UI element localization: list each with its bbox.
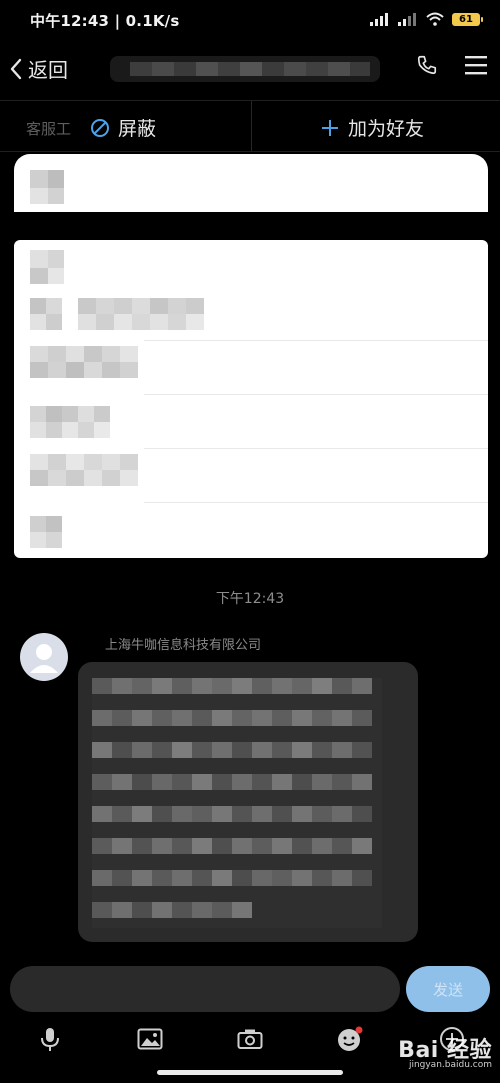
add-friend-label: 加为好友 (348, 118, 425, 140)
redacted-text (30, 298, 204, 330)
camera-icon (237, 1029, 263, 1049)
nav-actions (416, 54, 488, 76)
chat-screen: 中午12:43 | 0.1K/s 61 返回 客服工 屏蔽 加为好友 下午12:… (0, 0, 500, 1083)
info-card-top (14, 154, 488, 212)
ghost-label: 客服工 (26, 120, 72, 138)
message-input[interactable] (10, 966, 400, 1012)
add-friend-action[interactable]: 加为好友 (251, 101, 500, 151)
back-label: 返回 (28, 58, 68, 82)
image-icon (137, 1028, 163, 1050)
message-timestamp: 下午12:43 (215, 591, 285, 607)
signal-icon (370, 12, 388, 26)
contact-action-row: 客服工 屏蔽 加为好友 (0, 100, 500, 152)
image-button[interactable] (135, 1024, 165, 1054)
chevron-left-icon (10, 58, 22, 79)
avatar[interactable] (20, 633, 68, 681)
user-avatar-icon (30, 644, 58, 673)
emoji-button[interactable] (335, 1024, 365, 1054)
send-button[interactable]: 发送 (406, 966, 490, 1012)
block-icon (91, 118, 109, 137)
baidu-jingyan-watermark: Bai 经验 jingyan.baidu.com (398, 1032, 492, 1070)
row-divider (144, 448, 488, 449)
mic-icon (41, 1028, 59, 1051)
home-indicator[interactable] (157, 1070, 343, 1075)
battery-icon: 61 (452, 12, 483, 26)
plus-icon (322, 119, 338, 136)
status-time: 中午12:43 | 0.1K/s (30, 12, 180, 30)
row-divider (144, 502, 488, 503)
voice-button[interactable] (35, 1024, 65, 1054)
camera-button[interactable] (235, 1024, 265, 1054)
add-friend-button[interactable]: 加为好友 (320, 114, 424, 141)
redacted-text (30, 406, 110, 438)
watermark-sub: jingyan.baidu.com (408, 1060, 492, 1070)
status-icons: 61 (370, 12, 483, 26)
block-label: 屏蔽 (118, 118, 157, 140)
redacted-text (30, 346, 138, 378)
redacted-text (30, 170, 64, 204)
sender-name: 上海牛咖信息科技有限公司 (105, 638, 262, 653)
info-card-details (14, 240, 488, 558)
redacted-message-content (92, 678, 382, 928)
phone-icon[interactable] (416, 54, 438, 76)
row-divider (144, 394, 488, 395)
block-action[interactable]: 客服工 屏蔽 (0, 101, 250, 151)
wifi-icon (426, 12, 444, 26)
chat-title-redacted (110, 56, 380, 82)
redacted-text (30, 454, 138, 486)
battery-level: 61 (459, 13, 473, 25)
back-button[interactable]: 返回 (8, 54, 68, 83)
emoji-icon (338, 1026, 363, 1051)
nav-bar: 返回 (0, 44, 500, 96)
block-button[interactable]: 屏蔽 (90, 114, 156, 141)
redacted-text (30, 516, 62, 548)
signal-icon (398, 12, 416, 26)
message-bubble[interactable] (78, 662, 418, 942)
redacted-text (30, 250, 64, 284)
row-divider (144, 340, 488, 341)
status-bar: 中午12:43 | 0.1K/s 61 (0, 0, 500, 44)
menu-icon[interactable] (464, 54, 488, 76)
